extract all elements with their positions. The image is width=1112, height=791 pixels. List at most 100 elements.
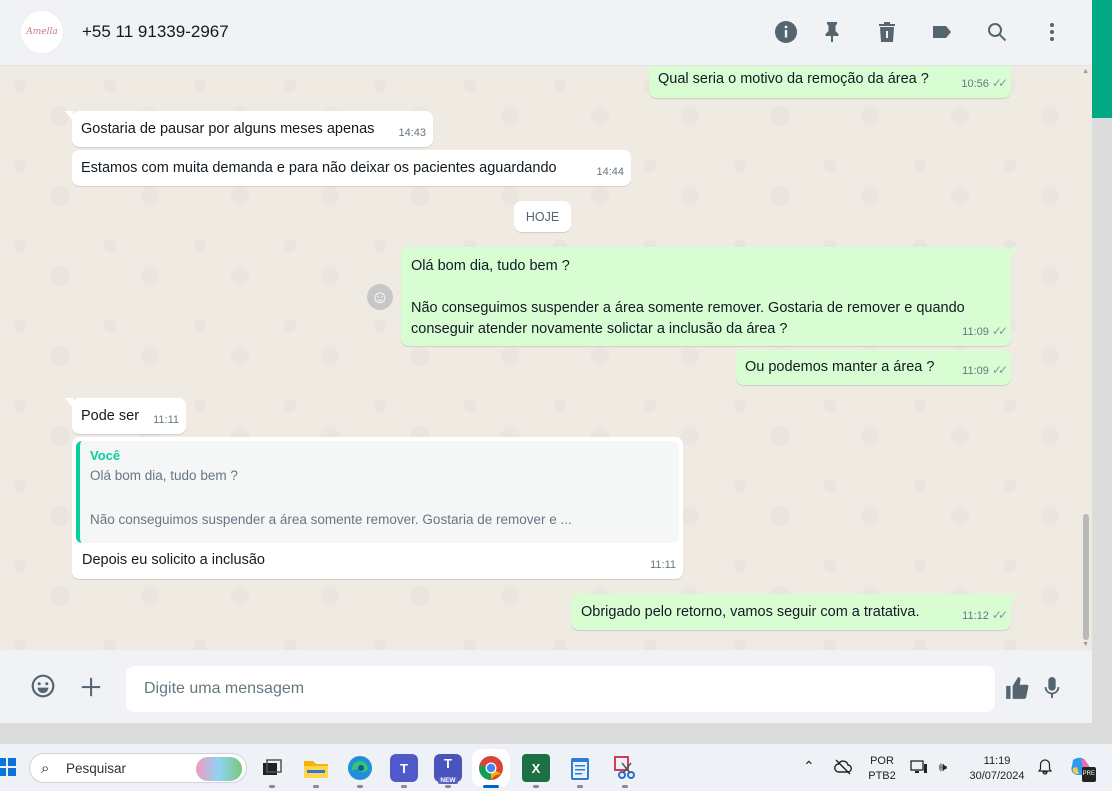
message-text: Olá bom dia, tudo bem ? Não conseguimos … xyxy=(411,258,965,337)
contact-name[interactable]: +55 11 91339-2967 xyxy=(82,22,229,42)
snipping-tool-icon[interactable] xyxy=(611,754,639,782)
window-accent-strip xyxy=(1092,0,1112,118)
app-indicator xyxy=(445,785,451,788)
scrollbar[interactable]: ▲ ▼ xyxy=(1082,66,1089,650)
search-highlight-icon xyxy=(196,757,242,781)
app-indicator xyxy=(622,785,628,788)
message-bubble-in-with-quote[interactable]: Você Olá bom dia, tudo bem ? Não consegu… xyxy=(72,437,683,579)
message-input[interactable] xyxy=(126,666,995,712)
app-indicator xyxy=(269,785,275,788)
message-bubble-in[interactable]: Gostaria de pausar por alguns meses apen… xyxy=(65,111,433,147)
language-indicator[interactable]: POR PTB2 xyxy=(864,754,900,784)
read-receipt-icon: ✓✓ xyxy=(991,363,1008,377)
avatar-logo-text: Amella xyxy=(26,27,58,37)
date-separator: HOJE xyxy=(514,201,571,232)
clock-time: 11:19 xyxy=(983,755,1011,767)
scroll-down-arrow-icon[interactable]: ▼ xyxy=(1082,641,1089,648)
app-indicator xyxy=(577,785,583,788)
message-text: Obrigado pelo retorno, vamos seguir com … xyxy=(581,604,920,620)
language-code: POR xyxy=(870,755,894,767)
search-icon[interactable] xyxy=(984,18,1010,46)
taskbar-search[interactable]: ⌕ Pesquisar xyxy=(29,753,247,783)
taskbar-search-label: Pesquisar xyxy=(66,761,127,776)
chat-header: Amella +55 11 91339-2967 xyxy=(0,0,1092,66)
read-receipt-icon: ✓✓ xyxy=(991,324,1008,338)
message-meta: 11:12 ✓✓ xyxy=(962,605,1008,626)
menu-icon[interactable] xyxy=(1039,18,1065,46)
message-text: Ou podemos manter a área ? xyxy=(745,359,935,375)
volume-icon[interactable]: 🕪 xyxy=(934,759,952,774)
message-time: 14:44 xyxy=(596,166,624,178)
info-icon[interactable] xyxy=(773,18,799,46)
file-explorer-icon[interactable] xyxy=(302,754,330,782)
message-bubble-out[interactable]: Obrigado pelo retorno, vamos seguir com … xyxy=(571,594,1018,630)
notification-bell-icon[interactable] xyxy=(1037,759,1053,780)
new-badge: NEW xyxy=(438,777,458,784)
delete-icon[interactable] xyxy=(874,18,900,46)
clock[interactable]: 11:19 30/07/2024 xyxy=(962,754,1032,784)
app-indicator xyxy=(401,785,407,788)
copilot-icon[interactable]: PRE xyxy=(1068,756,1096,782)
emoji-icon[interactable] xyxy=(29,672,57,700)
excel-icon[interactable]: X xyxy=(522,754,550,782)
pin-icon[interactable] xyxy=(819,18,845,46)
quote-text: Olá bom dia, tudo bem ? Não conseguimos … xyxy=(90,468,572,527)
keyboard-layout: PTB2 xyxy=(868,770,896,782)
clock-date: 30/07/2024 xyxy=(969,770,1025,782)
quoted-message[interactable]: Você Olá bom dia, tudo bem ? Não consegu… xyxy=(76,441,679,543)
attach-plus-icon[interactable] xyxy=(78,674,104,700)
message-bubble-out[interactable]: Qual seria o motivo da remoção da área ?… xyxy=(649,66,1018,98)
message-text: Pode ser xyxy=(81,408,140,424)
notepad-icon[interactable] xyxy=(566,754,594,782)
preview-badge: PRE xyxy=(1081,767,1096,782)
taskbar: ⌕ Pesquisar T T NEW X ⌃ POR PTB2 � xyxy=(0,743,1112,791)
read-receipt-icon: ✓✓ xyxy=(991,608,1008,622)
message-time: 11:09 xyxy=(962,365,989,377)
message-meta: 10:56 ✓✓ xyxy=(961,73,1008,94)
message-time: 11:12 xyxy=(962,610,989,622)
teams-icon[interactable]: T xyxy=(390,754,418,782)
teams-new-icon[interactable]: T NEW xyxy=(434,754,462,784)
reaction-glyph: ☺ xyxy=(370,287,390,307)
app-indicator-active xyxy=(483,785,499,788)
scroll-thumb[interactable] xyxy=(1083,514,1089,640)
message-time: 10:56 xyxy=(961,78,989,90)
message-time: 11:11 xyxy=(153,414,179,426)
message-list[interactable]: Qual seria o motivo da remoção da área ?… xyxy=(0,66,1092,650)
edge-browser-icon[interactable] xyxy=(346,754,374,782)
label-icon[interactable] xyxy=(929,18,955,46)
window-bottom-margin xyxy=(0,723,1112,743)
scroll-up-arrow-icon[interactable]: ▲ xyxy=(1082,68,1089,75)
window-edge xyxy=(1092,118,1112,743)
chrome-icon[interactable] xyxy=(477,754,505,782)
message-bubble-out[interactable]: Ou podemos manter a área ? 11:09 ✓✓ xyxy=(736,350,1011,385)
chevron-up-icon[interactable]: ⌃ xyxy=(803,759,815,774)
read-receipt-icon: ✓✓ xyxy=(991,76,1008,90)
windows-start-icon[interactable] xyxy=(0,758,16,776)
thumbs-up-icon[interactable] xyxy=(1003,674,1031,702)
network-icon[interactable] xyxy=(909,759,929,780)
emoji-reaction-icon[interactable]: ☺ xyxy=(367,284,393,310)
microphone-icon[interactable] xyxy=(1040,674,1064,702)
message-text: Estamos com muita demanda e para não dei… xyxy=(81,160,557,176)
cloud-offline-icon[interactable] xyxy=(833,759,853,777)
message-bubble-out[interactable]: Olá bom dia, tudo bem ? Não conseguimos … xyxy=(401,247,1018,346)
message-time: 11:11 xyxy=(650,559,676,571)
message-text: Gostaria de pausar por alguns meses apen… xyxy=(81,121,375,137)
app-indicator xyxy=(533,785,539,788)
message-meta: 11:09 ✓✓ xyxy=(962,321,1008,342)
message-meta: 11:09 ✓✓ xyxy=(962,360,1008,381)
message-text: Depois eu solicito a inclusão xyxy=(82,552,265,568)
task-view-icon[interactable] xyxy=(258,754,286,782)
message-bubble-in[interactable]: Estamos com muita demanda e para não dei… xyxy=(72,150,631,186)
app-indicator xyxy=(357,785,363,788)
message-bubble-in[interactable]: Pode ser 11:11 xyxy=(65,398,186,434)
app-indicator xyxy=(313,785,319,788)
message-time: 11:09 xyxy=(962,326,989,338)
quote-author: Você xyxy=(90,448,121,463)
contact-avatar[interactable]: Amella xyxy=(20,10,64,54)
message-time: 14:43 xyxy=(398,127,426,139)
message-text: Qual seria o motivo da remoção da área ? xyxy=(658,71,929,87)
search-icon: ⌕ xyxy=(41,760,50,777)
compose-bar xyxy=(0,650,1092,723)
